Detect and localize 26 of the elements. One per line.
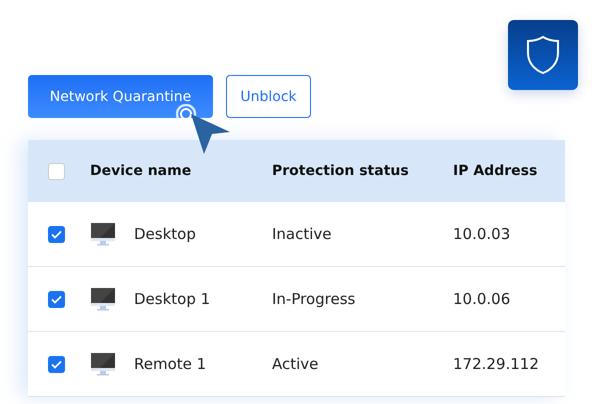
column-header: Protection status [272, 163, 410, 179]
protection-status: In-Progress [272, 290, 356, 308]
ip-address: 172.29.112 [453, 355, 540, 373]
checkbox[interactable] [48, 226, 65, 242]
cursor-icon [176, 104, 232, 156]
checkmark-icon [51, 294, 62, 304]
monitor-icon [90, 287, 116, 311]
ip-address: 10.0.06 [453, 290, 512, 308]
monitor-icon [90, 352, 116, 376]
ip-address: 10.0.03 [453, 225, 512, 243]
monitor-icon [90, 222, 116, 246]
quarantine-button[interactable]: Network Quarantine [28, 75, 213, 118]
checkbox[interactable] [48, 356, 65, 372]
device-name: Desktop [134, 225, 196, 243]
device-name: Remote 1 [134, 355, 206, 373]
column-header: IP Address [453, 163, 538, 179]
column-header: Device name [90, 163, 192, 179]
device-name: Desktop 1 [134, 290, 210, 308]
protection-status: Inactive [272, 225, 333, 243]
protection-status: Active [272, 355, 320, 373]
shield-icon [526, 35, 560, 75]
checkmark-icon [51, 230, 62, 238]
unblock-button[interactable]: Unblock [226, 75, 311, 118]
checkbox[interactable] [48, 162, 65, 180]
checkbox[interactable] [48, 290, 65, 308]
checkmark-icon [51, 360, 62, 368]
